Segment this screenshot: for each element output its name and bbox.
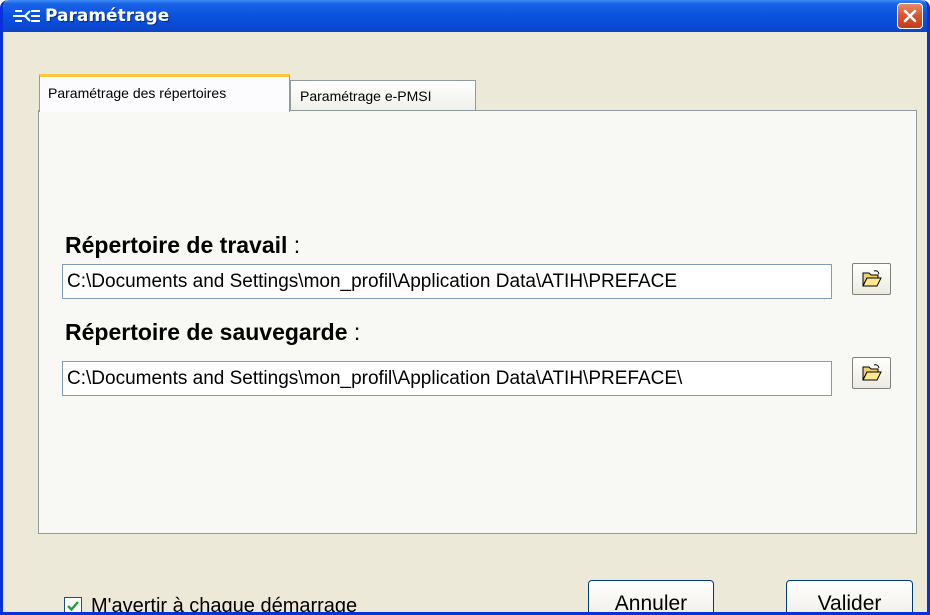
backup-dir-label: Répertoire de sauvegarde : [65,319,361,345]
browse-backup-dir-button[interactable] [852,357,891,389]
tab-repertoires[interactable]: Paramétrage des répertoires [39,74,290,112]
app-icon [13,7,41,25]
working-dir-input[interactable]: C:\Documents and Settings\mon_profil\App… [62,264,832,299]
window-title: Paramétrage [45,6,170,26]
tab-epmsi[interactable]: Paramétrage e-PMSI [290,80,476,110]
close-button[interactable] [897,3,923,29]
title-bar[interactable]: Paramétrage [3,0,927,32]
validate-button[interactable]: Valider [786,580,913,612]
browse-working-dir-button[interactable] [852,263,891,295]
warn-on-start-checkbox[interactable] [64,597,82,612]
warn-on-start-label[interactable]: M'avertir à chaque démarrage [91,595,357,612]
working-dir-label: Répertoire de travail : [65,232,301,258]
backup-dir-input[interactable]: C:\Documents and Settings\mon_profil\App… [62,361,832,396]
cancel-button[interactable]: Annuler [588,580,714,612]
settings-dialog: Paramétrage Paramétrage des répertoires … [0,0,930,615]
